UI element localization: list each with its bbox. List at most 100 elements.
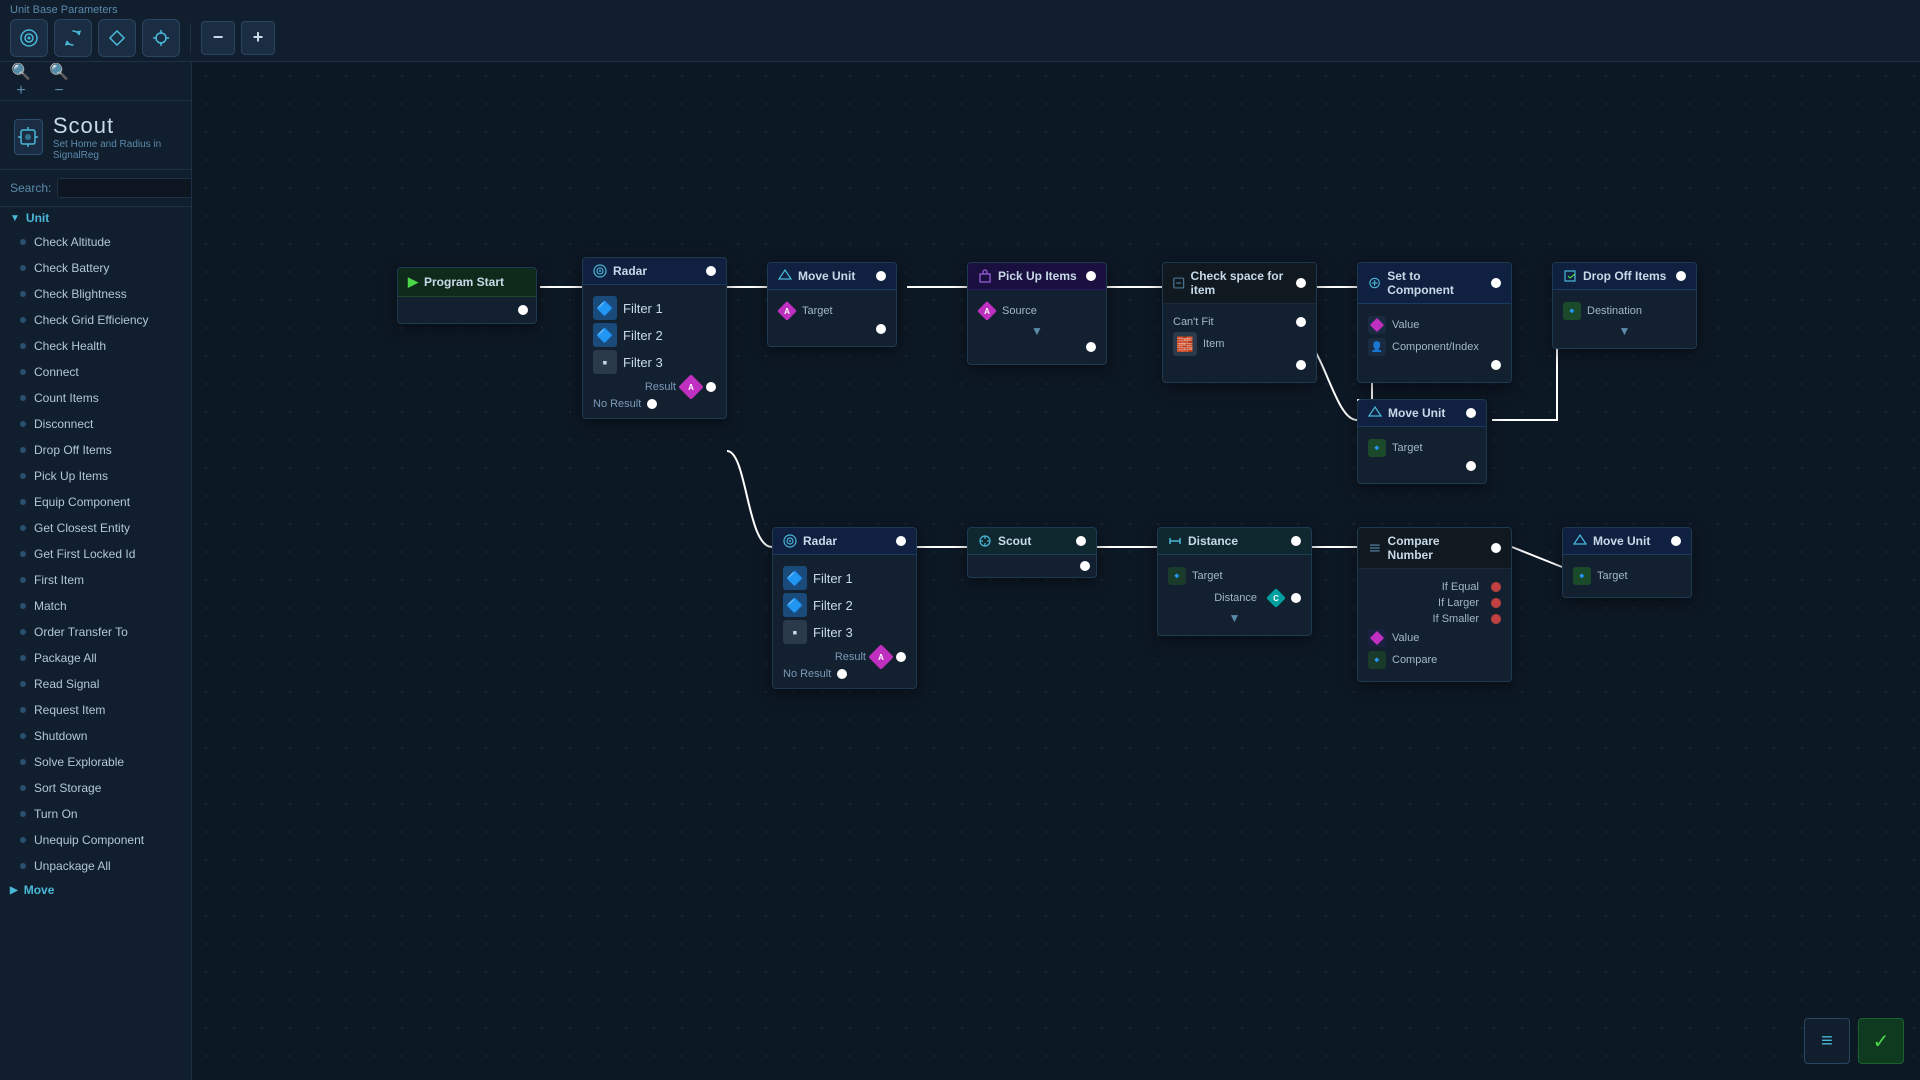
radar2-in-port[interactable] (896, 536, 906, 546)
crosshair-toolbar-btn[interactable] (142, 19, 180, 57)
node-distance[interactable]: Distance 🔹 Target Distance C ▼ (1157, 527, 1312, 636)
sidebar-item-pickup[interactable]: Pick Up Items (0, 463, 191, 489)
checkspace-cantfit-port[interactable] (1296, 317, 1306, 327)
compare-smaller-port[interactable] (1491, 614, 1501, 624)
node-radar-2[interactable]: Radar 🔷 Filter 1 🔷 Filter 2 ▪ Filter 3 R… (772, 527, 917, 689)
canvas-area[interactable]: ▶ Program Start Radar 🔷 Filter 1 🔷 (192, 62, 1920, 1080)
node-move-unit-1[interactable]: Move Unit A Target (767, 262, 897, 347)
node-scout[interactable]: Scout (967, 527, 1097, 578)
node-setcomp[interactable]: Set to Component Value 👤 Component/Index (1357, 262, 1512, 383)
zoom-out-btn[interactable]: − (201, 21, 235, 55)
sidebar-item-check-health[interactable]: Check Health (0, 333, 191, 359)
item-dot (20, 629, 26, 635)
sidebar-item-check-altitude[interactable]: Check Altitude (0, 229, 191, 255)
search-input[interactable] (57, 178, 192, 198)
checkspace-out-row (1173, 360, 1306, 370)
value-label: Value (1392, 319, 1419, 331)
distance-in-port[interactable] (1291, 536, 1301, 546)
radar1-filter2-row: 🔷 Filter 2 (593, 323, 716, 347)
sidebar-item-unpackage-all[interactable]: Unpackage All (0, 853, 191, 879)
checkspace-in-port[interactable] (1296, 278, 1306, 288)
move1-in-port[interactable] (876, 271, 886, 281)
sidebar-item-turn-on[interactable]: Turn On (0, 801, 191, 827)
move3-target-row: 🔹 Target (1573, 567, 1681, 585)
compare-in-port[interactable] (1491, 543, 1501, 553)
confirm-btn[interactable]: ✓ (1858, 1018, 1904, 1064)
setcomp-icon (1368, 276, 1381, 290)
radar-toolbar-btn[interactable] (10, 19, 48, 57)
sidebar-item-connect[interactable]: Connect (0, 359, 191, 385)
ifequal-label: If Equal (1442, 581, 1479, 593)
item-dot (20, 473, 26, 479)
sidebar-item-count-items[interactable]: Count Items (0, 385, 191, 411)
program-start-out-port[interactable] (518, 305, 528, 315)
node-checkspace[interactable]: Check space for item Can't Fit 🧱 Item (1162, 262, 1317, 383)
dropoff-expand-icon: ▼ (1563, 324, 1686, 338)
sidebar-item-solve-explorable[interactable]: Solve Explorable (0, 749, 191, 775)
radar2-noresult-row: No Result (783, 668, 906, 680)
sidebar-item-request-item[interactable]: Request Item (0, 697, 191, 723)
radar1-in-port[interactable] (706, 266, 716, 276)
pickup-out-port[interactable] (1086, 342, 1096, 352)
node-header-radar2: Radar (773, 528, 916, 555)
move1-target-row: A Target (778, 302, 886, 320)
item-dot (20, 577, 26, 583)
item-dot (20, 369, 26, 375)
sidebar-item-order-transfer[interactable]: Order Transfer To (0, 619, 191, 645)
sidebar-item-check-blightness[interactable]: Check Blightness (0, 281, 191, 307)
scout-out-port[interactable] (1080, 561, 1090, 571)
radar2-result-out[interactable] (896, 652, 906, 662)
node-program-start[interactable]: ▶ Program Start (397, 267, 537, 324)
zoom-in-btn[interactable]: + (241, 21, 275, 55)
sidebar-item-unequip[interactable]: Unequip Component (0, 827, 191, 853)
node-dropoff[interactable]: Drop Off Items 🔹 Destination ▼ (1552, 262, 1697, 349)
sidebar-zoom-out[interactable]: 🔍− (48, 70, 70, 92)
dropoff-in-port[interactable] (1676, 271, 1686, 281)
scout-in-port[interactable] (1076, 536, 1086, 546)
sidebar-item-package-all[interactable]: Package All (0, 645, 191, 671)
distance-out-port[interactable] (1291, 593, 1301, 603)
setcomp-in-port[interactable] (1491, 278, 1501, 288)
result-label: Result (645, 381, 676, 393)
move3-in-port[interactable] (1671, 536, 1681, 546)
sidebar-item-check-grid[interactable]: Check Grid Efficiency (0, 307, 191, 333)
list-view-btn[interactable]: ≡ (1804, 1018, 1850, 1064)
pickup-icon (978, 269, 992, 283)
sidebar-item-drop-off[interactable]: Drop Off Items (0, 437, 191, 463)
radar1-noresult-out[interactable] (647, 399, 657, 409)
sidebar-item-sort-storage[interactable]: Sort Storage (0, 775, 191, 801)
diamond-toolbar-btn[interactable] (98, 19, 136, 57)
node-radar-1[interactable]: Radar 🔷 Filter 1 🔷 Filter 2 ▪ Filter 3 R… (582, 257, 727, 419)
checkspace-out-port[interactable] (1296, 360, 1306, 370)
unit-title: Scout (53, 113, 177, 139)
sidebar-item-check-battery[interactable]: Check Battery (0, 255, 191, 281)
move1-out-port[interactable] (876, 324, 886, 334)
node-compare[interactable]: Compare Number If Equal If Larger If Sma… (1357, 527, 1512, 682)
radar2-noresult-out[interactable] (837, 669, 847, 679)
sidebar-item-match[interactable]: Match (0, 593, 191, 619)
sidebar-item-get-closest[interactable]: Get Closest Entity (0, 515, 191, 541)
sidebar-item-read-signal[interactable]: Read Signal (0, 671, 191, 697)
pickup-in-port[interactable] (1086, 271, 1096, 281)
radar1-result-out[interactable] (706, 382, 716, 392)
item-dot (20, 603, 26, 609)
sidebar-zoom-in[interactable]: 🔍+ (10, 70, 32, 92)
sidebar-item-shutdown[interactable]: Shutdown (0, 723, 191, 749)
setcomp-out-port[interactable] (1491, 360, 1501, 370)
sidebar-item-disconnect[interactable]: Disconnect (0, 411, 191, 437)
cycle-toolbar-btn[interactable] (54, 19, 92, 57)
node-pickup[interactable]: Pick Up Items A Source ▼ (967, 262, 1107, 365)
sidebar-section-move[interactable]: ▶ Move (0, 879, 191, 901)
node-move-unit-3[interactable]: Move Unit 🔹 Target (1562, 527, 1692, 598)
sidebar-item-first-item[interactable]: First Item (0, 567, 191, 593)
sidebar-item-label: Check Health (34, 339, 106, 353)
sidebar-section-unit[interactable]: ▼ Unit (0, 207, 191, 229)
unit-icon (14, 119, 43, 155)
sidebar-item-get-first-locked[interactable]: Get First Locked Id (0, 541, 191, 567)
move2-out-port[interactable] (1466, 461, 1476, 471)
move2-in-port[interactable] (1466, 408, 1476, 418)
compare-equal-port[interactable] (1491, 582, 1501, 592)
sidebar-item-equip[interactable]: Equip Component (0, 489, 191, 515)
node-move-unit-2[interactable]: Move Unit 🔹 Target (1357, 399, 1487, 484)
compare-larger-port[interactable] (1491, 598, 1501, 608)
